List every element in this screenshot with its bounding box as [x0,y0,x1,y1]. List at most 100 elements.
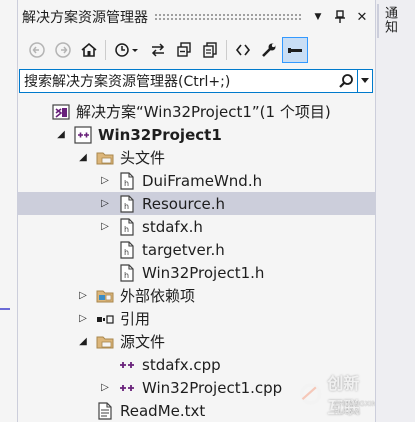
expand-arrow-icon[interactable]: ▷ [98,196,112,212]
tree-item-label: stdafx.cpp [142,355,221,374]
svg-text:h: h [124,248,129,257]
tree-item-label: 头文件 [120,149,166,167]
expand-arrow-icon[interactable]: ▷ [76,288,90,304]
home-button[interactable] [76,37,102,63]
no-expander [98,242,112,258]
properties-button[interactable] [256,37,282,63]
watermark-subtext: CHUANGXIN HULIAN [334,400,377,416]
window-position-menu-button[interactable]: ▼ [309,7,327,27]
pending-changes-filter-button[interactable] [109,37,145,63]
tree-item-label: 外部依赖项 [120,287,196,305]
left-edge-strip [0,0,18,422]
back-button[interactable] [24,37,50,63]
tree-item[interactable]: 解决方案“Win32Project1”(1 个项目) [18,100,375,123]
tree-item-label: 源文件 [120,333,166,351]
no-expander [32,104,46,120]
tree-item-label: targetver.h [142,240,225,259]
header-file-icon: h [118,171,136,190]
header-file-icon: h [118,194,136,213]
collapse-arrow-icon[interactable]: ◢ [76,334,90,350]
search-box[interactable]: 搜索解决方案资源管理器(Ctrl+;) [19,69,373,93]
expand-arrow-icon[interactable]: ▷ [98,219,112,235]
watermark-logo-icon [299,383,322,405]
side-tab-indicator [377,4,379,38]
panel-title: 解决方案资源管理器 [22,10,148,26]
sync-arrows-icon [151,43,165,57]
clock-icon [115,43,138,57]
pin-icon [335,10,345,23]
collapse-arrow-icon[interactable]: ◢ [54,127,68,143]
notifications-side-tab[interactable]: 通知 [380,6,399,34]
expand-arrow-icon[interactable]: ▷ [98,173,112,189]
pin-button[interactable] [331,7,349,27]
tree-item-label: 解决方案“Win32Project1”(1 个项目) [76,103,331,121]
header-file-icon: h [118,217,136,236]
search-button[interactable] [335,73,357,89]
svg-text:h: h [124,179,129,188]
no-expander [98,357,112,373]
cpp-file-icon [118,356,136,374]
tree-item-label: Win32Project1 [98,125,222,144]
header-file-icon: h [118,263,136,282]
collapse-all-icon [177,42,191,57]
tree-item-label: Resource.h [142,194,226,213]
tree-item[interactable]: ◢ 源文件 [18,330,375,353]
solution-explorer-panel: 解决方案资源管理器 ▼ ✕ 搜索解决方案资源管理器(Ctrl+;) 解决方案“W… [18,0,377,422]
tree-item[interactable]: ▷ h DuiFrameWnd.h [18,169,375,192]
filter-folder-icon [96,149,114,167]
search-options-dropdown[interactable] [357,70,372,92]
svg-text:h: h [124,271,129,280]
expand-arrow-icon[interactable]: ▷ [98,380,112,396]
chevron-down-icon [361,78,369,83]
tree-item-label: 引用 [120,310,151,328]
forward-button[interactable] [50,37,76,63]
search-input[interactable]: 搜索解决方案资源管理器(Ctrl+;) [20,71,335,91]
tree-item-label: Win32Project1.h [142,263,265,282]
text-file-icon [96,401,114,420]
tree-item[interactable]: ▷ h Resource.h [18,192,375,215]
preview-selected-items-button[interactable] [282,37,308,63]
references-icon [96,310,114,328]
wrench-icon [262,43,276,57]
tree-item[interactable]: h Win32Project1.h [18,261,375,284]
tree-item[interactable]: ◢ Win32Project1 [18,123,375,146]
tree-item[interactable]: ◢ 头文件 [18,146,375,169]
tree-item[interactable]: ▷ 外部依赖项 [18,284,375,307]
search-icon [339,74,353,88]
toolbar-separator [226,40,227,60]
panel-toolbar [18,34,375,66]
expand-arrow-icon[interactable]: ▷ [76,311,90,327]
tree-item[interactable]: h targetver.h [18,238,375,261]
no-expander [98,265,112,281]
show-all-files-icon [203,42,217,58]
header-file-icon: h [118,240,136,259]
cpp-file-icon [118,379,136,397]
panel-titlebar: 解决方案资源管理器 ▼ ✕ [18,0,375,34]
back-arrow-icon [29,42,45,58]
forward-arrow-icon [55,42,71,58]
titlebar-grip[interactable] [154,13,303,21]
right-side-tab-strip [375,0,415,422]
svg-text:h: h [124,202,129,211]
code-brackets-icon [235,44,251,56]
left-edge-marker [0,308,10,310]
tree-item[interactable]: ▷ h stdafx.h [18,215,375,238]
collapse-all-button[interactable] [171,37,197,63]
tree-item[interactable]: ▷ 引用 [18,307,375,330]
toolbar-separator [105,40,106,60]
home-icon [81,42,97,57]
close-button[interactable]: ✕ [353,7,371,27]
sync-with-active-document-button[interactable] [145,37,171,63]
filter-folder-icon [96,333,114,351]
tree-item-label: stdafx.h [142,217,203,236]
tree-item-label: Win32Project1.cpp [142,378,283,397]
tree-item-label: DuiFrameWnd.h [142,171,263,190]
external-deps-icon [96,287,114,305]
collapse-arrow-icon[interactable]: ◢ [76,150,90,166]
view-code-button[interactable] [230,37,256,63]
no-expander [76,403,90,419]
show-all-files-button[interactable] [197,37,223,63]
cpp-project-icon [74,125,92,144]
svg-text:h: h [124,225,129,234]
tree-item-label: ReadMe.txt [120,401,206,420]
